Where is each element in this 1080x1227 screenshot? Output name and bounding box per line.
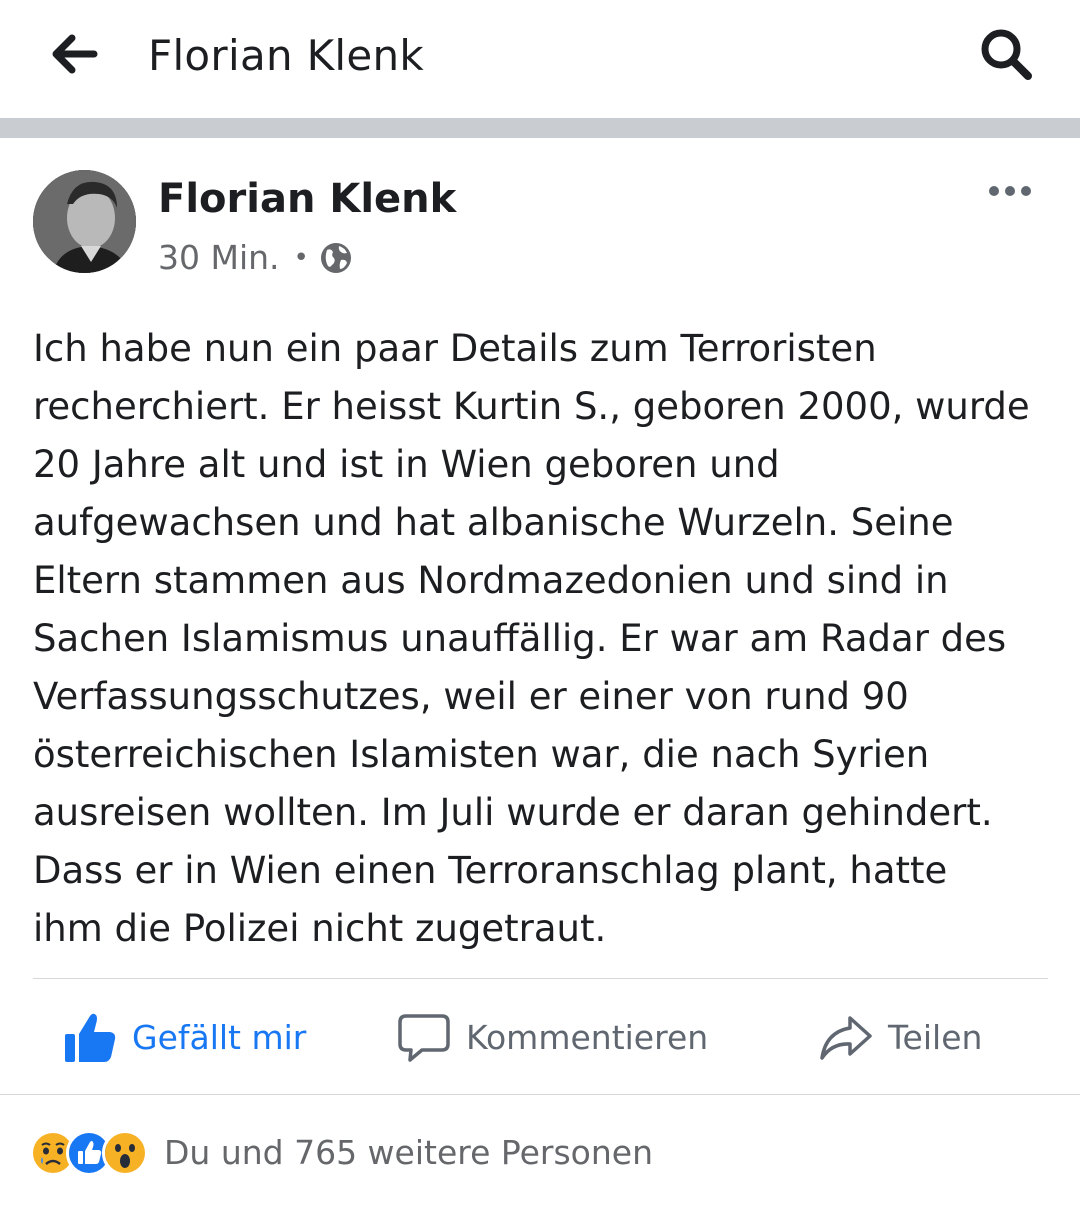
thumbs-up-icon — [62, 1010, 118, 1066]
reactions-divider — [0, 1094, 1080, 1095]
post-text-line: Sachen Islamismus unauffällig. Er war am… — [33, 617, 1007, 660]
post-text-line: Ich habe nun ein paar Details zum Terror… — [33, 327, 877, 370]
share-label: Teilen — [888, 1018, 983, 1057]
search-icon[interactable] — [976, 24, 1036, 84]
back-arrow-icon[interactable] — [48, 30, 100, 78]
share-arrow-icon — [818, 1010, 874, 1066]
globe-icon — [319, 241, 353, 275]
comment-icon — [396, 1010, 452, 1066]
like-button[interactable]: Gefällt mir — [62, 998, 306, 1078]
page-title: Florian Klenk — [148, 31, 425, 80]
post-meta: 30 Min. • — [158, 236, 353, 280]
post-text-line: Eltern stammen aus Nordmazedonien und si… — [33, 559, 949, 602]
meta-separator: • — [293, 243, 309, 273]
post-text-line: ihm die Polizei nicht zugetraut. — [33, 907, 607, 950]
reactions-summary[interactable]: Du und 765 weitere Personen — [30, 1128, 653, 1178]
section-divider — [0, 118, 1080, 138]
comment-button[interactable]: Kommentieren — [396, 998, 708, 1078]
avatar[interactable] — [33, 170, 136, 273]
top-bar: Florian Klenk — [0, 0, 1080, 118]
author-name[interactable]: Florian Klenk — [158, 174, 456, 224]
more-options-icon[interactable] — [980, 176, 1040, 206]
post-text-line: österreichischen Islamisten war, die nac… — [33, 733, 930, 776]
post-text-line: recherchiert. Er heisst Kurtin S., gebor… — [33, 385, 1030, 428]
post-card: Florian Klenk 30 Min. • Ich habe nun ein… — [0, 138, 1080, 1227]
comment-label: Kommentieren — [466, 1018, 709, 1057]
like-label: Gefällt mir — [132, 1018, 307, 1057]
action-bar: Gefällt mir Kommentieren Teilen — [0, 998, 1080, 1078]
post-body: Ich habe nun ein paar Details zum Terror… — [33, 320, 1053, 958]
wow-reaction-icon — [102, 1130, 148, 1176]
action-divider — [33, 978, 1048, 979]
post-text-line: ausreisen wollten. Im Juli wurde er dara… — [33, 791, 993, 834]
post-text-line: aufgewachsen und hat albanische Wurzeln.… — [33, 501, 954, 544]
reactions-count-text: Du und 765 weitere Personen — [164, 1133, 654, 1172]
post-text-line: Dass er in Wien einen Terroranschlag pla… — [33, 849, 948, 892]
reaction-icons — [30, 1130, 148, 1176]
post-text-line: 20 Jahre alt und ist in Wien geboren und — [33, 443, 780, 486]
post-text-line: Verfassungsschutzes, weil er einer von r… — [33, 675, 909, 718]
post-timestamp[interactable]: 30 Min. — [158, 236, 280, 280]
share-button[interactable]: Teilen — [818, 998, 982, 1078]
